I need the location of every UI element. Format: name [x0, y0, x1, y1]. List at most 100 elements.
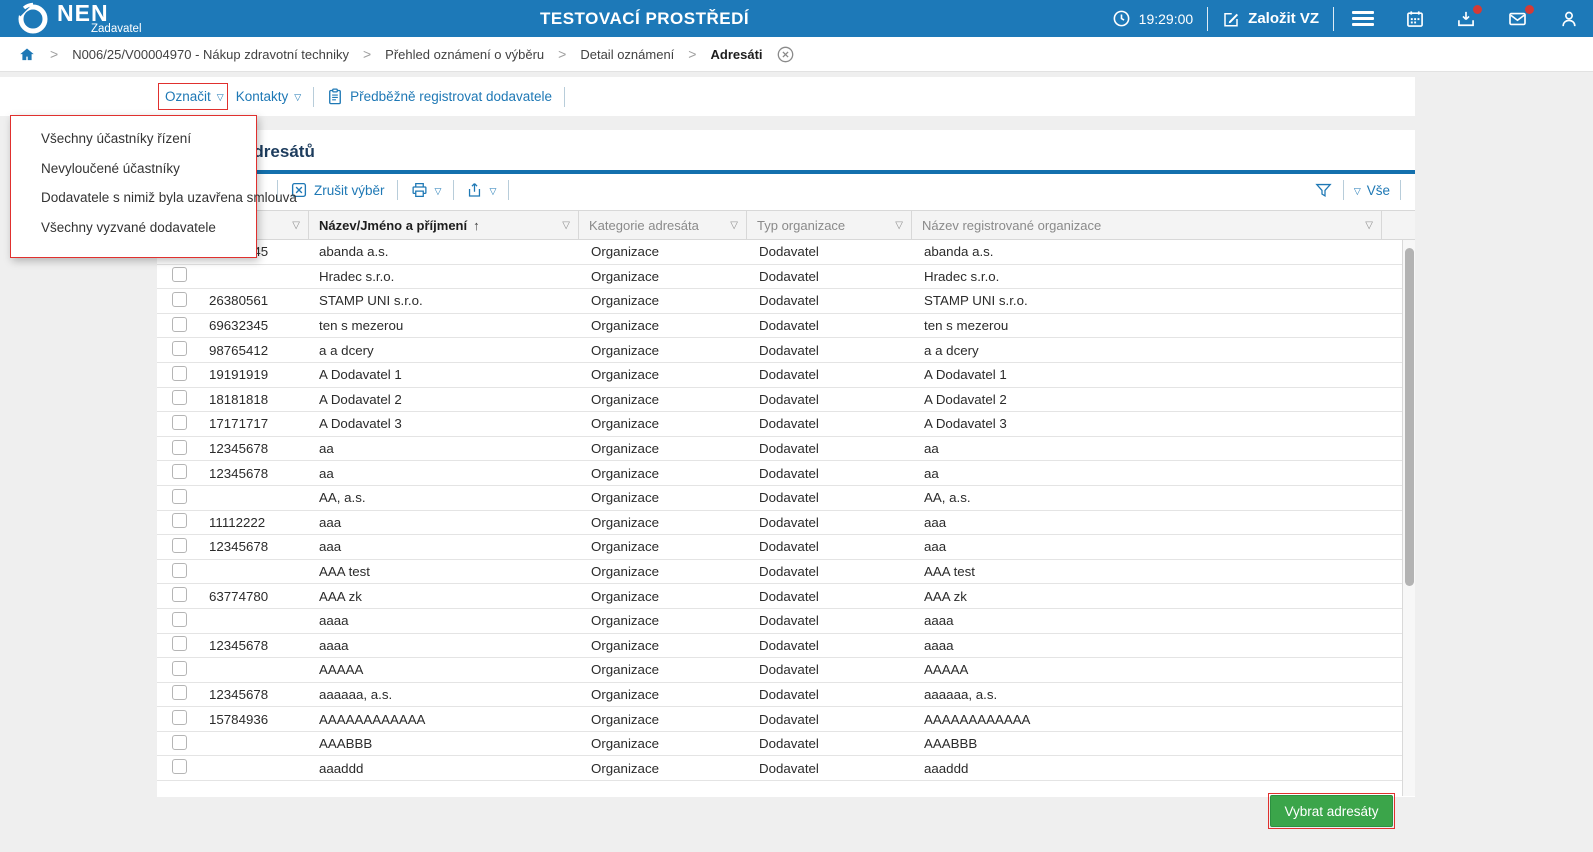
header-name-column[interactable]: Název/Jméno a příjmení↑ ▽ — [309, 211, 579, 239]
breadcrumb-item-contract[interactable]: N006/25/V00004970 - Nákup zdravotní tech… — [72, 47, 349, 62]
cell-orgtype: Dodavatel — [747, 736, 912, 751]
close-circle-icon[interactable] — [777, 46, 794, 63]
table-row[interactable]: 63774780 AAA zk Organizace Dodavatel AAA… — [157, 584, 1402, 609]
breadcrumb-item-detail[interactable]: Detail oznámení — [580, 47, 674, 62]
row-checkbox[interactable] — [172, 563, 187, 578]
table-row[interactable]: AAABBB Organizace Dodavatel AAABBB — [157, 732, 1402, 757]
column-filter-icon[interactable]: ▽ — [730, 220, 738, 231]
row-checkbox[interactable] — [172, 317, 187, 332]
top-bar: NEN Zadavatel TESTOVACÍ PROSTŘEDÍ 19:29:… — [0, 0, 1593, 37]
calendar-icon[interactable] — [1405, 9, 1425, 29]
table-row[interactable]: 19191919 A Dodavatel 1 Organizace Dodava… — [157, 363, 1402, 388]
table-row[interactable]: AA, a.s. Organizace Dodavatel AA, a.s. — [157, 486, 1402, 511]
row-checkbox[interactable] — [172, 341, 187, 356]
table-row[interactable]: 11112222 aaa Organizace Dodavatel aaa — [157, 511, 1402, 536]
filter-funnel-icon[interactable] — [1314, 181, 1333, 200]
cell-name: aaa — [309, 515, 579, 530]
row-checkbox[interactable] — [172, 464, 187, 479]
column-filter-icon[interactable]: ▽ — [895, 220, 903, 231]
cell-regname: AA, a.s. — [912, 490, 1402, 505]
table-row[interactable]: 12123345 abanda a.s. Organizace Dodavate… — [157, 240, 1402, 265]
header-regname-column[interactable]: Název registrované organizace ▽ — [912, 211, 1382, 239]
table-row[interactable]: 18181818 A Dodavatel 2 Organizace Dodava… — [157, 388, 1402, 413]
export-button[interactable]: ▽ — [466, 181, 496, 199]
row-checkbox[interactable] — [172, 538, 187, 553]
table-row[interactable]: 12345678 aa Organizace Dodavatel aa — [157, 437, 1402, 462]
table-row[interactable]: 12345678 aaaaaa, a.s. Organizace Dodavat… — [157, 683, 1402, 708]
row-checkbox[interactable] — [172, 759, 187, 774]
header-category-column[interactable]: Kategorie adresáta ▽ — [579, 211, 747, 239]
table-row[interactable]: AAAAA Organizace Dodavatel AAAAA — [157, 658, 1402, 683]
menu-icon[interactable] — [1352, 8, 1374, 29]
menu-item[interactable]: Nevyloučené účastníky — [11, 154, 256, 184]
table-row[interactable]: 12345678 aaaa Organizace Dodavatel aaaa — [157, 634, 1402, 659]
cell-ico: 26380561 — [197, 293, 309, 308]
cell-category: Organizace — [579, 367, 747, 382]
row-checkbox[interactable] — [172, 415, 187, 430]
cell-orgtype: Dodavatel — [747, 441, 912, 456]
cell-category: Organizace — [579, 736, 747, 751]
table-row[interactable]: 98765412 a a dcery Organizace Dodavatel … — [157, 338, 1402, 363]
row-checkbox[interactable] — [172, 489, 187, 504]
table-row[interactable]: aaaddd Organizace Dodavatel aaaddd — [157, 756, 1402, 781]
row-checkbox[interactable] — [172, 612, 187, 627]
preregister-supplier-button[interactable]: Předběžně registrovat dodavatele — [326, 87, 552, 106]
row-checkbox[interactable] — [172, 366, 187, 381]
cell-ico: 18181818 — [197, 392, 309, 407]
select-addressees-button[interactable]: Vybrat adresáty — [1270, 795, 1393, 827]
inbox-download-icon[interactable] — [1456, 9, 1476, 29]
filter-preset-dropdown[interactable]: ▽ Vše — [1354, 183, 1390, 198]
row-checkbox[interactable] — [172, 267, 187, 282]
table-row[interactable]: 26380561 STAMP UNI s.r.o. Organizace Dod… — [157, 289, 1402, 314]
row-checkbox[interactable] — [172, 685, 187, 700]
table-row[interactable]: 17171717 A Dodavatel 3 Organizace Dodava… — [157, 412, 1402, 437]
row-checkbox[interactable] — [172, 292, 187, 307]
table-row[interactable]: AAA test Organizace Dodavatel AAA test — [157, 560, 1402, 585]
contacts-menu-button[interactable]: Kontakty ▽ — [236, 89, 301, 104]
row-checkbox[interactable] — [172, 440, 187, 455]
brand-name: NEN — [57, 2, 142, 25]
mark-menu-button[interactable]: Označit ▽ — [165, 89, 224, 104]
column-filter-icon[interactable]: ▽ — [1365, 220, 1373, 231]
table-header: ▽ Název/Jméno a příjmení↑ ▽ Kategorie ad… — [157, 210, 1415, 240]
chevron-down-icon: ▽ — [217, 93, 224, 102]
table-row[interactable]: 69632345 ten s mezerou Organizace Dodava… — [157, 314, 1402, 339]
cell-orgtype: Dodavatel — [747, 687, 912, 702]
user-icon[interactable] — [1559, 9, 1579, 29]
table-row[interactable]: 15784936 AAAAAAAAAAAA Organizace Dodavat… — [157, 707, 1402, 732]
row-checkbox[interactable] — [172, 735, 187, 750]
row-checkbox[interactable] — [172, 661, 187, 676]
cell-regname: aaa — [912, 539, 1402, 554]
table-row[interactable]: Hradec s.r.o. Organizace Dodavatel Hrade… — [157, 265, 1402, 290]
scrollbar-thumb[interactable] — [1405, 248, 1414, 586]
vertical-scrollbar[interactable] — [1402, 240, 1415, 796]
create-vz-button[interactable]: Založit VZ — [1222, 10, 1319, 28]
table-row[interactable]: 12345678 aaa Organizace Dodavatel aaa — [157, 535, 1402, 560]
row-checkbox[interactable] — [172, 710, 187, 725]
cell-category: Organizace — [579, 293, 747, 308]
header-orgtype-column[interactable]: Typ organizace ▽ — [747, 211, 912, 239]
table-row[interactable]: 12345678 aa Organizace Dodavatel aa — [157, 461, 1402, 486]
row-checkbox[interactable] — [172, 390, 187, 405]
brand[interactable]: NEN Zadavatel — [16, 2, 142, 36]
cell-category: Organizace — [579, 269, 747, 284]
home-icon[interactable] — [18, 46, 36, 63]
cell-regname: aaaa — [912, 638, 1402, 653]
mail-icon[interactable] — [1507, 9, 1528, 29]
row-checkbox[interactable] — [172, 513, 187, 528]
row-checkbox[interactable] — [172, 636, 187, 651]
table-row[interactable]: aaaa Organizace Dodavatel aaaa — [157, 609, 1402, 634]
cell-orgtype: Dodavatel — [747, 367, 912, 382]
breadcrumb-item-overview[interactable]: Přehled oznámení o výběru — [385, 47, 544, 62]
column-filter-icon[interactable]: ▽ — [292, 220, 300, 231]
cell-regname: aa — [912, 466, 1402, 481]
row-checkbox[interactable] — [172, 587, 187, 602]
mark-dropdown-items: Všechny účastníky řízení Nevyloučené úča… — [11, 124, 256, 242]
menu-item[interactable]: Všechny účastníky řízení — [11, 124, 256, 154]
menu-item[interactable]: Všechny vyzvané dodavatele — [11, 213, 256, 243]
print-button[interactable]: ▽ — [410, 181, 442, 199]
menu-item[interactable]: Dodavatele s nimiž byla uzavřena smlouva — [11, 183, 256, 213]
cell-regname: AAAAA — [912, 662, 1402, 677]
clear-selection-button[interactable]: Zrušit výběr — [290, 181, 385, 199]
column-filter-icon[interactable]: ▽ — [562, 220, 570, 231]
